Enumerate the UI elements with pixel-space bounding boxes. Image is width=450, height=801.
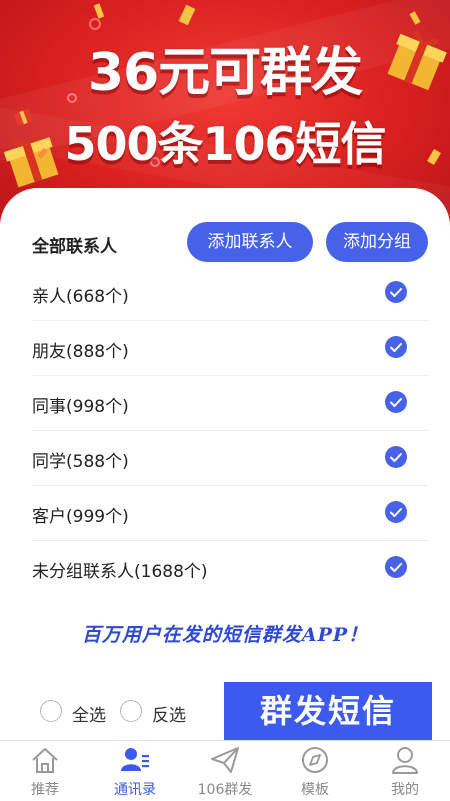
paper-plane-icon <box>211 747 239 773</box>
radio-button[interactable] <box>120 700 142 722</box>
contacts-header: 全部联系人 添加联系人 添加分组 <box>32 222 428 262</box>
select-all-label: 全选 <box>72 706 106 726</box>
home-icon <box>32 748 58 773</box>
checkmark-icon[interactable] <box>385 501 407 523</box>
action-bar: 全选 反选 群发短信 <box>0 682 450 740</box>
group-label: 朋友(888个) <box>32 342 129 362</box>
group-label: 未分组联系人(1688个) <box>32 562 208 582</box>
slogan-text: 百万用户在发的短信群发APP！ <box>81 624 369 646</box>
user-icon <box>392 747 418 774</box>
group-row-customers[interactable]: 客户(999个) <box>32 486 428 541</box>
group-row-ungrouped[interactable]: 未分组联系人(1688个) <box>32 541 428 595</box>
group-label: 客户(999个) <box>32 507 129 527</box>
checkmark-icon[interactable] <box>385 391 407 413</box>
add-group-button[interactable]: 添加分组 <box>326 222 428 262</box>
tab-label: 106群发 <box>197 782 253 798</box>
group-label: 同事(998个) <box>32 397 129 417</box>
send-sms-button[interactable]: 群发短信 <box>224 682 432 740</box>
tab-label: 模板 <box>301 782 329 798</box>
group-row-colleagues[interactable]: 同事(998个) <box>32 376 428 431</box>
tab-templates[interactable]: 模板 <box>270 741 360 801</box>
checkmark-icon[interactable] <box>385 556 407 578</box>
checkmark-icon[interactable] <box>385 336 407 358</box>
group-label: 亲人(668个) <box>32 287 129 307</box>
checkmark-icon[interactable] <box>385 281 407 303</box>
group-row-family[interactable]: 亲人(668个) <box>32 266 428 321</box>
tab-label: 通讯录 <box>114 782 156 798</box>
tab-label: 推荐 <box>31 782 59 798</box>
tab-106-send[interactable]: 106群发 <box>180 741 270 801</box>
tab-mine[interactable]: 我的 <box>360 741 450 801</box>
invert-selection-label: 反选 <box>152 706 186 726</box>
banner-headline-sms: 500条106短信 <box>64 117 386 171</box>
bottom-tab-bar: 推荐 通讯录 106群发 模板 我的 <box>0 740 450 801</box>
checkmark-icon[interactable] <box>385 446 407 468</box>
tab-recommend[interactable]: 推荐 <box>0 741 90 801</box>
contacts-icon <box>121 748 149 771</box>
group-list: 亲人(668个) 朋友(888个) 同事(998个) 同学(588个) 客户(9… <box>32 266 428 595</box>
tab-label: 我的 <box>391 782 419 798</box>
compass-icon <box>302 747 328 773</box>
radio-button[interactable] <box>40 700 62 722</box>
group-label: 同学(588个) <box>32 452 129 472</box>
add-contact-button[interactable]: 添加联系人 <box>187 222 313 262</box>
group-row-classmates[interactable]: 同学(588个) <box>32 431 428 486</box>
tab-contacts[interactable]: 通讯录 <box>90 741 180 801</box>
banner-headline-price: 36元可群发 <box>87 43 363 103</box>
all-contacts-title: 全部联系人 <box>32 237 117 257</box>
group-row-friends[interactable]: 朋友(888个) <box>32 321 428 376</box>
